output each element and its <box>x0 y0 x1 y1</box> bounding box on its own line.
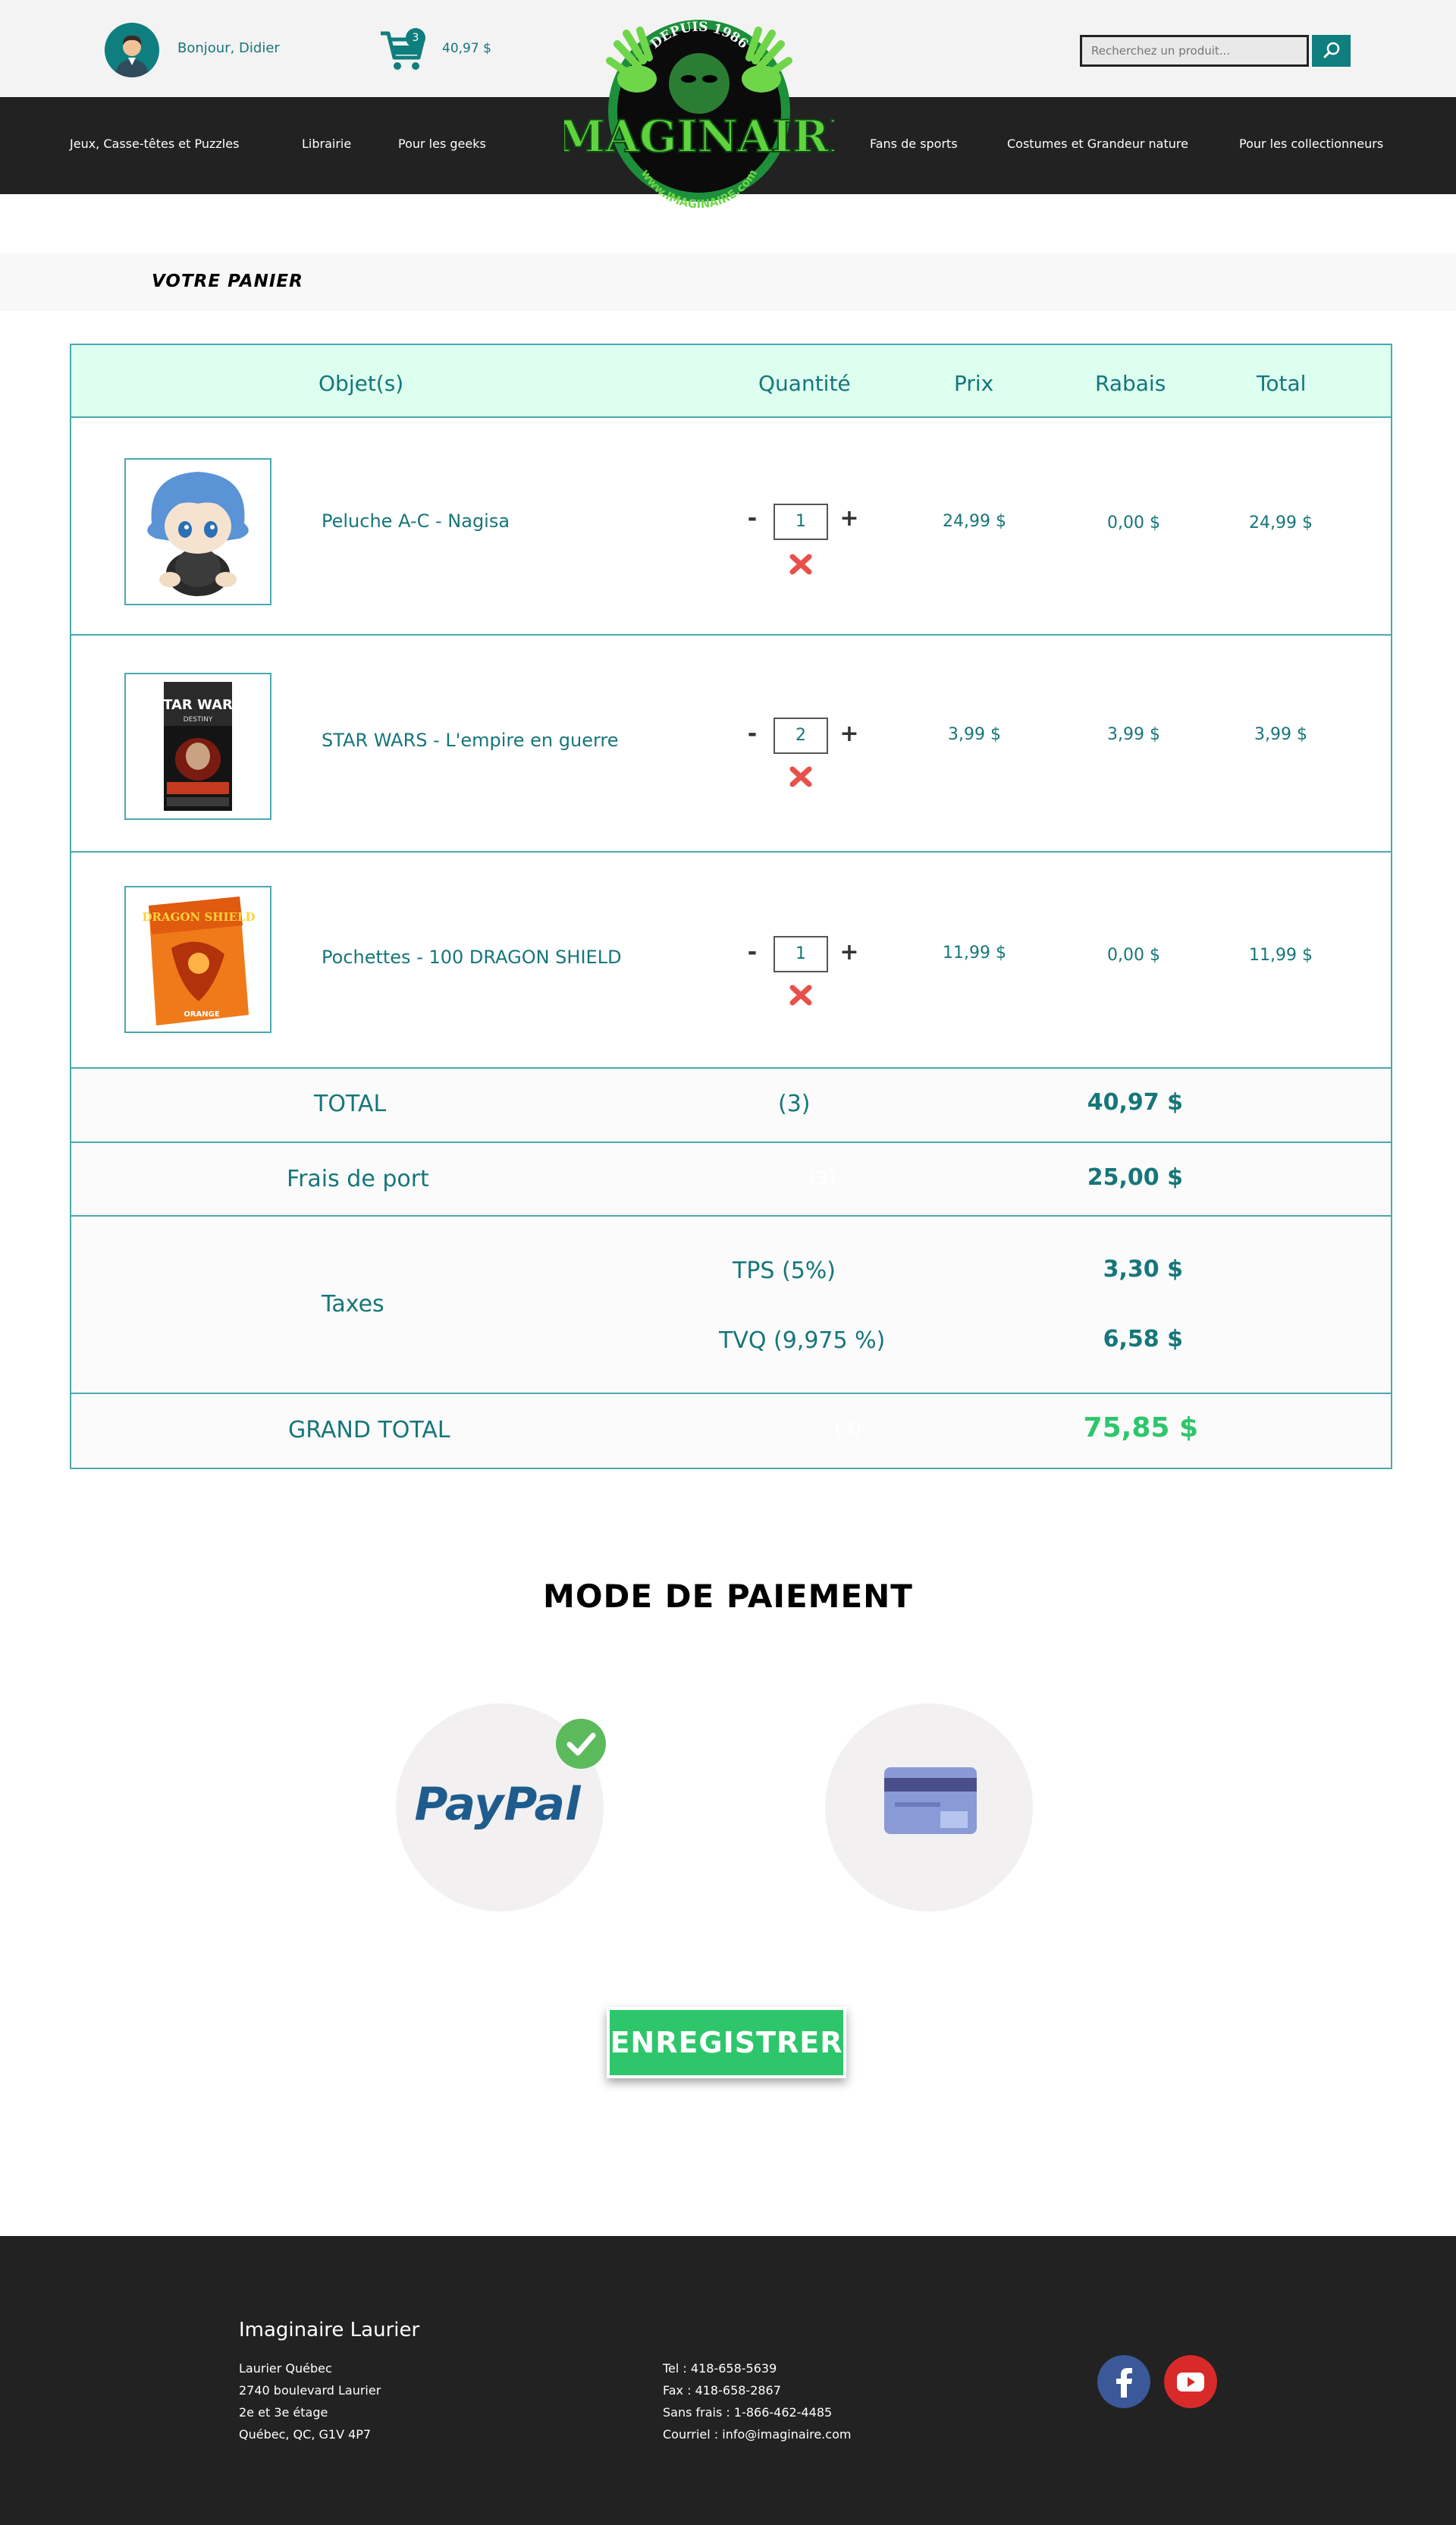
footer-contact-email[interactable]: Courriel : info@imaginaire.com <box>663 2427 851 2442</box>
starwars-box-image: STAR WARS DESTINY <box>153 682 243 811</box>
summary-row-taxes <box>71 1217 1391 1394</box>
starwars-title-text: STAR WARS <box>153 697 243 713</box>
search-button[interactable] <box>1312 35 1351 67</box>
item-price: 24,99 $ <box>943 512 1006 531</box>
selected-check-icon <box>556 1719 606 1769</box>
product-image-starwars[interactable]: STAR WARS DESTINY <box>124 673 271 820</box>
footer-address-line: 2740 boulevard Laurier <box>239 2383 381 2398</box>
quantity-input[interactable]: 2 <box>774 718 828 754</box>
decrease-qty-button[interactable]: - <box>741 721 764 747</box>
footer-contact-tollfree[interactable]: Sans frais : 1-866-462-4485 <box>663 2405 832 2420</box>
nav-item-librairie[interactable]: Librairie <box>302 137 351 151</box>
increase-qty-button[interactable]: + <box>838 505 861 532</box>
paypal-label: PayPal <box>414 1778 582 1831</box>
cart-count-badge: 3 <box>406 28 425 48</box>
product-image-peluche[interactable] <box>124 458 271 605</box>
grand-total-value: 75,85 $ <box>1083 1412 1198 1443</box>
starwars-sub-text: DESTINY <box>184 716 213 724</box>
footer <box>0 2236 1456 2525</box>
grand-total-label: GRAND TOTAL <box>288 1417 450 1443</box>
save-button[interactable]: ENREGISTRER <box>607 2007 846 2078</box>
nav-item-sports[interactable]: Fans de sports <box>870 137 958 151</box>
footer-contact-tel[interactable]: Tel : 418-658-5639 <box>663 2361 777 2376</box>
cart-section-title: VOTRE PANIER <box>152 272 303 291</box>
footer-contact-fax: Fax : 418-658-2867 <box>663 2383 781 2398</box>
cart-total-text[interactable]: 40,97 $ <box>442 41 491 56</box>
nav-item-collectionneurs[interactable]: Pour les collectionneurs <box>1239 137 1383 151</box>
item-total: 11,99 $ <box>1249 946 1313 965</box>
item-price: 11,99 $ <box>943 944 1006 963</box>
item-price: 3,99 $ <box>948 725 1001 744</box>
dragonshield-box-image: DRAGON SHIELD ORANGE <box>143 897 256 1025</box>
credit-card-icon <box>884 1767 977 1834</box>
total-value: 40,97 $ <box>1087 1089 1183 1116</box>
col-header-prix: Prix <box>954 371 994 396</box>
total-count: (3) <box>778 1091 811 1117</box>
quantity-input[interactable]: 1 <box>774 504 828 540</box>
youtube-icon[interactable] <box>1164 2355 1217 2408</box>
item-discount: 3,99 $ <box>1107 725 1160 744</box>
dragonshield-title-text: DRAGON SHIELD <box>143 910 256 924</box>
remove-item-icon[interactable] <box>788 981 814 1007</box>
dragonshield-sub-text: ORANGE <box>184 1010 220 1019</box>
product-name-starwars[interactable]: STAR WARS - L'empire en guerre <box>322 730 619 751</box>
increase-qty-button[interactable]: + <box>838 721 861 747</box>
total-label: TOTAL <box>314 1091 387 1117</box>
cart-table-header <box>71 345 1391 418</box>
nav-item-geeks[interactable]: Pour les geeks <box>398 137 486 151</box>
shipping-label: Frais de port <box>287 1166 429 1192</box>
col-header-objets: Objet(s) <box>318 371 404 396</box>
item-discount: 0,00 $ <box>1107 946 1160 965</box>
tvq-value: 6,58 $ <box>1103 1326 1183 1352</box>
logo-brand-text: IMAGINAIRE <box>564 111 834 162</box>
product-name-dragonshield[interactable]: Pochettes - 100 DRAGON SHIELD <box>322 947 622 968</box>
item-discount: 0,00 $ <box>1107 513 1160 532</box>
tps-label: TPS (5%) <box>733 1258 836 1284</box>
decrease-qty-button[interactable]: - <box>741 505 764 532</box>
shipping-hidden-count: (3) <box>808 1167 836 1190</box>
user-avatar-icon <box>105 23 159 77</box>
quantity-input[interactable]: 1 <box>774 936 828 972</box>
decrease-qty-button[interactable]: - <box>741 939 764 966</box>
grand-total-hidden-count: (3) <box>834 1418 862 1441</box>
item-total: 3,99 $ <box>1254 725 1307 744</box>
col-header-rabais: Rabais <box>1095 371 1166 396</box>
increase-qty-button[interactable]: + <box>838 939 861 966</box>
tvq-label: TVQ (9,975 %) <box>719 1327 886 1354</box>
summary-row-shipping <box>71 1143 1391 1217</box>
credit-card-option[interactable] <box>825 1704 1033 1911</box>
taxes-label: Taxes <box>322 1291 384 1317</box>
remove-item-icon[interactable] <box>788 763 814 789</box>
footer-address-line: Québec, QC, G1V 4P7 <box>239 2427 372 2442</box>
remove-item-icon[interactable] <box>788 551 814 576</box>
product-image-dragonshield[interactable]: DRAGON SHIELD ORANGE <box>124 886 271 1033</box>
summary-row-total <box>71 1069 1391 1143</box>
payment-mode-title: MODE DE PAIEMENT <box>543 1578 913 1615</box>
product-name-peluche[interactable]: Peluche A-C - Nagisa <box>322 510 510 532</box>
facebook-icon[interactable] <box>1097 2355 1150 2408</box>
col-header-total: Total <box>1257 371 1307 396</box>
imaginaire-logo[interactable]: DEPUIS 1986 IMAGINAIRE www.IMAGINAIRE.co… <box>564 14 834 212</box>
footer-address-line: 2e et 3e étage <box>239 2405 328 2420</box>
shipping-value: 25,00 $ <box>1087 1164 1183 1191</box>
search-icon <box>1323 42 1340 58</box>
footer-store-title: Imaginaire Laurier <box>239 2319 420 2341</box>
item-total: 24,99 $ <box>1249 513 1313 532</box>
tps-value: 3,30 $ <box>1103 1256 1183 1283</box>
col-header-quantite: Quantité <box>758 371 851 396</box>
user-avatar[interactable] <box>105 23 159 77</box>
plush-image <box>147 472 249 596</box>
nav-item-jeux[interactable]: Jeux, Casse-têtes et Puzzles <box>70 137 239 151</box>
search-input[interactable] <box>1080 35 1309 67</box>
greeting-text[interactable]: Bonjour, Didier <box>177 40 280 56</box>
nav-item-costumes[interactable]: Costumes et Grandeur nature <box>1007 137 1188 151</box>
footer-address-line: Laurier Québec <box>239 2361 332 2376</box>
